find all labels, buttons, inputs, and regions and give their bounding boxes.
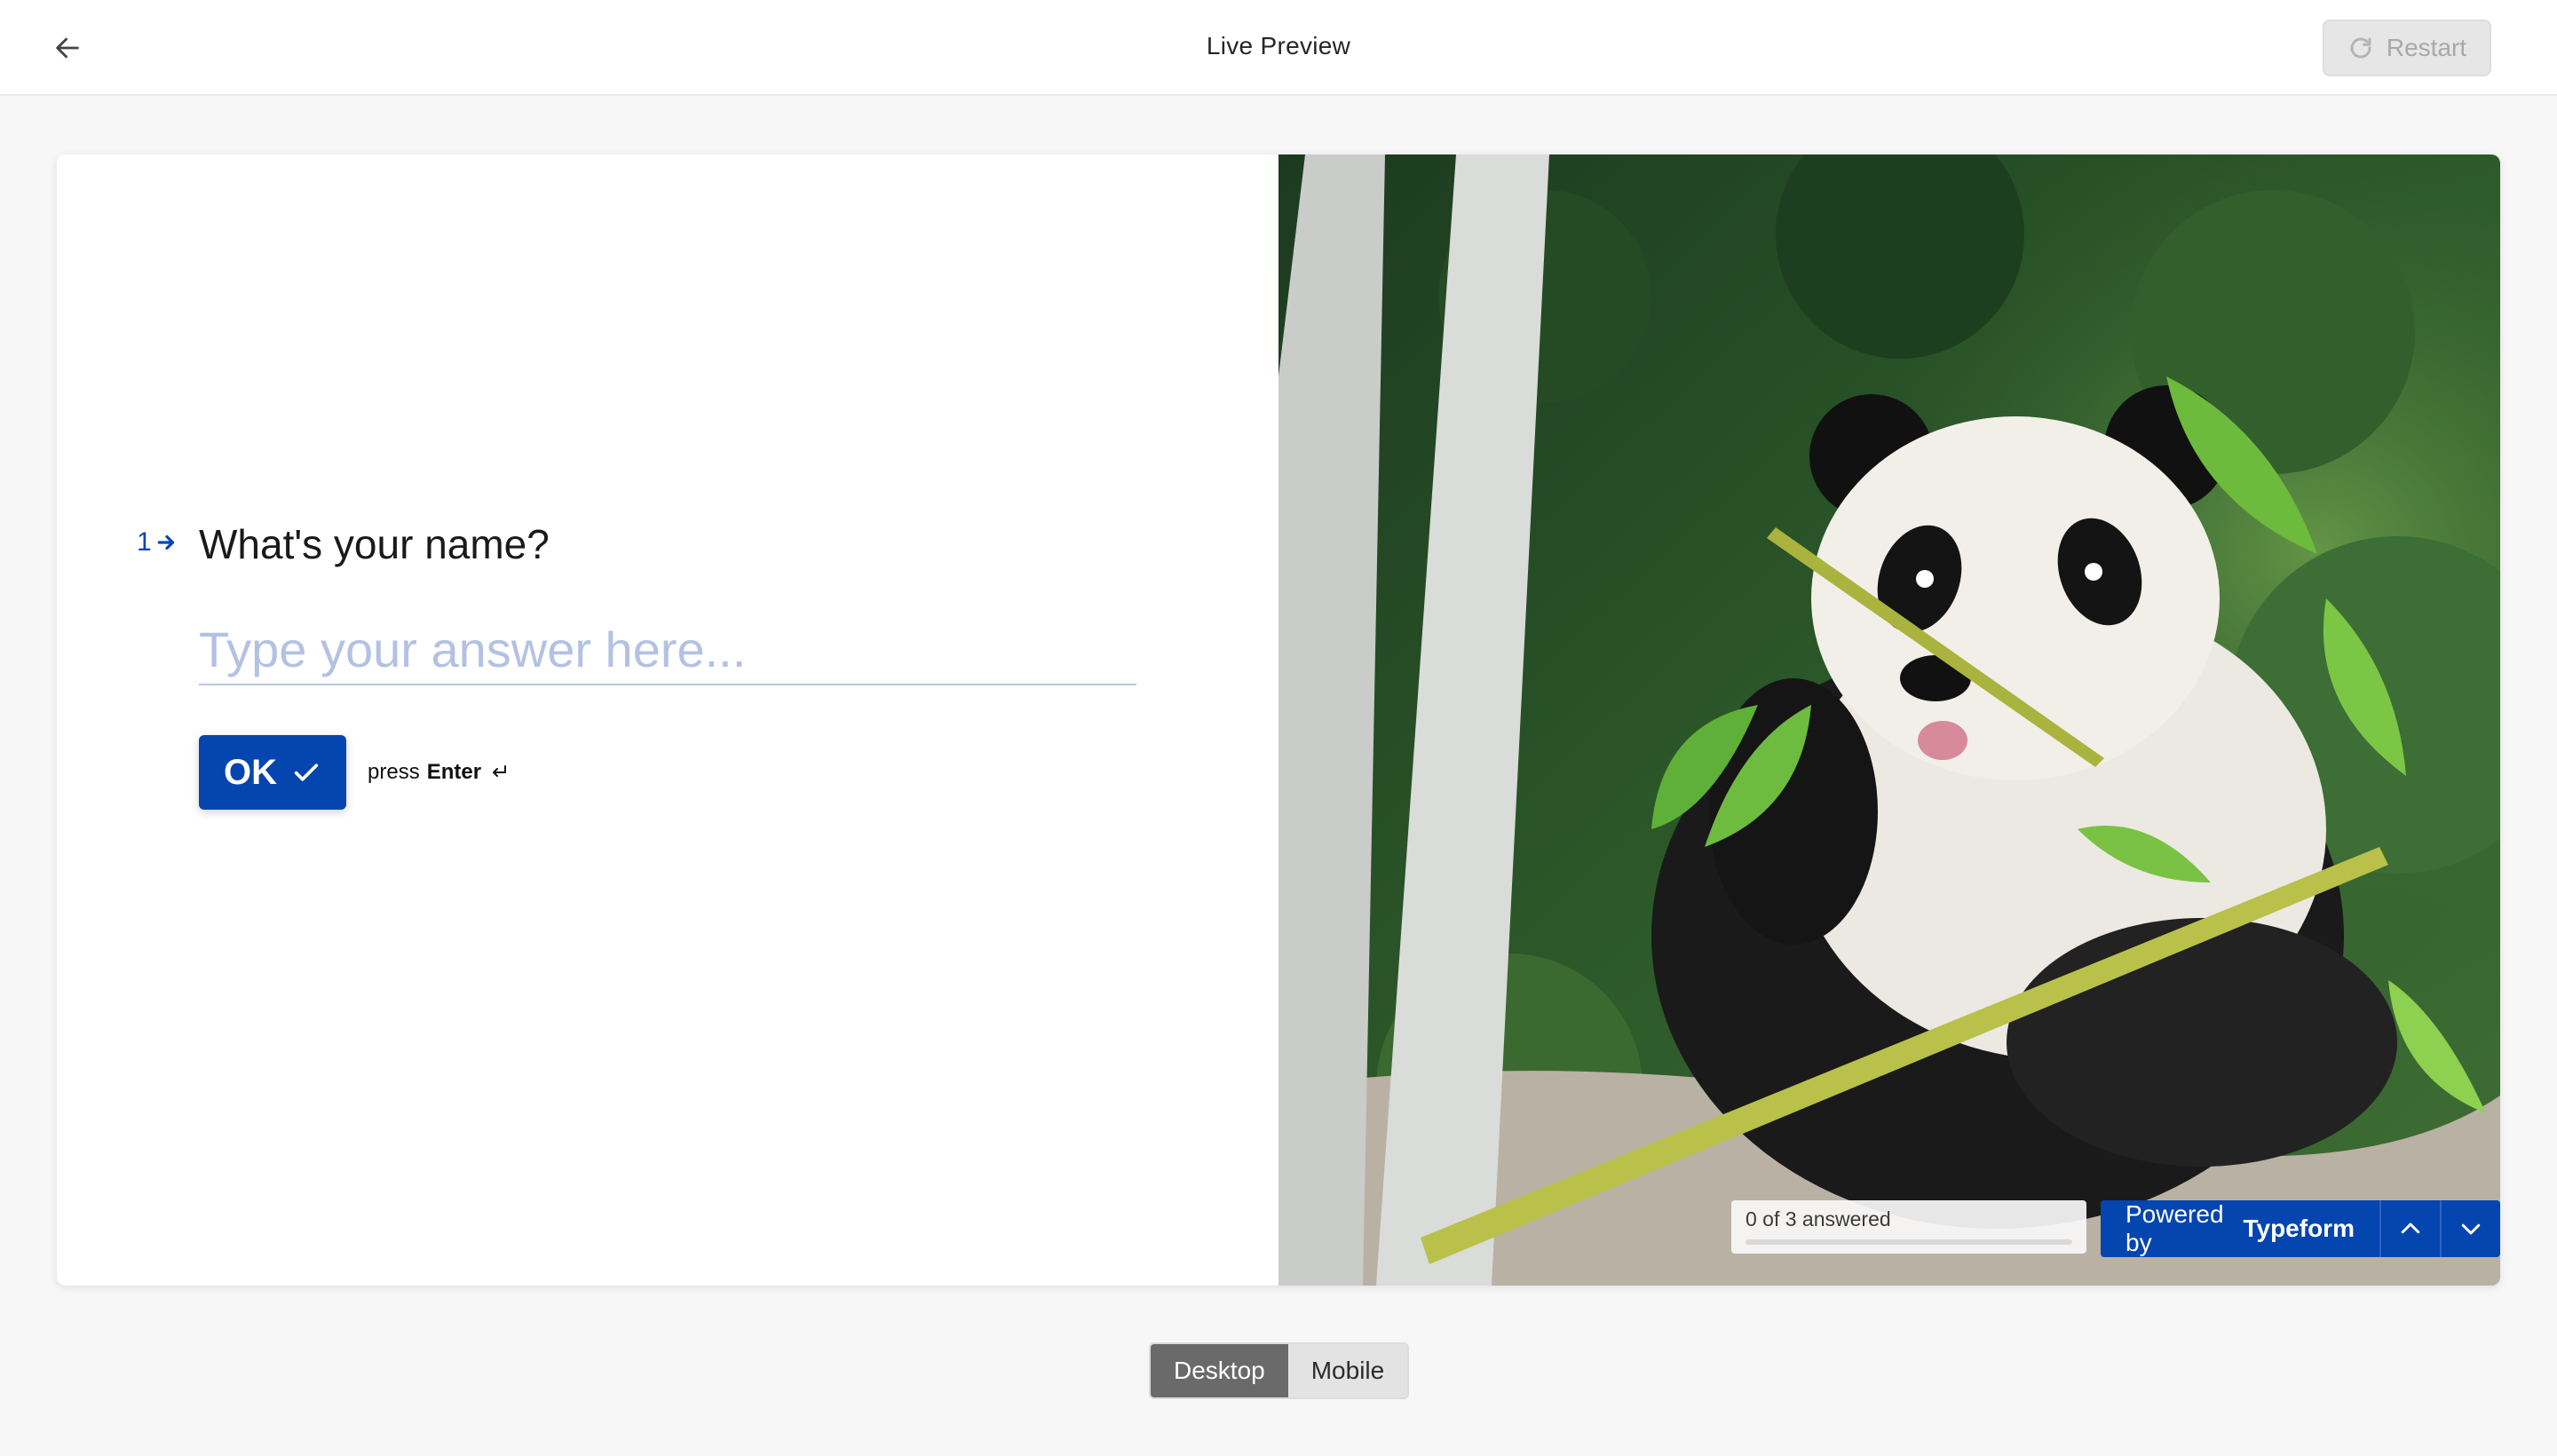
- enter-label: Enter: [426, 760, 482, 784]
- powered-by-typeform-link[interactable]: Powered by Typeform: [2101, 1200, 2379, 1257]
- panda-photo: [1278, 154, 2500, 1286]
- answer-input[interactable]: [199, 623, 1136, 685]
- powered-brand: Typeform: [2243, 1215, 2355, 1242]
- enter-return-icon: [493, 765, 507, 777]
- chevron-down-icon: [2461, 1223, 2481, 1235]
- restart-label: Restart: [2386, 34, 2467, 61]
- top-bar: Live Preview Restart: [0, 0, 2557, 96]
- page-title: Live Preview: [1206, 32, 1351, 59]
- view-toggle: Desktop Mobile: [1149, 1342, 1410, 1399]
- press-enter-hint: press Enter: [368, 760, 510, 785]
- preview-card: 1 What's your name? OK press Enter: [57, 154, 2500, 1286]
- progress-text: 0 of 3 answered: [1746, 1207, 1891, 1230]
- mobile-view-button[interactable]: Mobile: [1287, 1344, 1408, 1397]
- previous-question-button[interactable]: [2379, 1200, 2440, 1257]
- panda-image: 0 of 3 answered Powered by Typeform: [1278, 154, 2500, 1286]
- question-title: What's your name?: [199, 521, 550, 567]
- question-number-label: 1: [137, 527, 152, 557]
- form-navigation: Powered by Typeform: [2101, 1200, 2500, 1257]
- press-label: press: [368, 760, 420, 784]
- form-pane: 1 What's your name? OK press Enter: [57, 154, 1278, 1286]
- question-number: 1: [137, 527, 178, 558]
- desktop-view-button[interactable]: Desktop: [1151, 1344, 1288, 1397]
- restart-button[interactable]: Restart: [2323, 20, 2491, 76]
- checkmark-icon: [294, 764, 319, 781]
- refresh-icon: [2350, 37, 2371, 59]
- ok-button[interactable]: OK: [199, 735, 346, 810]
- progress-indicator: 0 of 3 answered: [1731, 1200, 2086, 1254]
- powered-prefix: Powered by: [2126, 1200, 2224, 1256]
- chevron-up-icon: [2401, 1223, 2420, 1234]
- ok-label: OK: [224, 752, 277, 792]
- next-question-button[interactable]: [2439, 1200, 2500, 1257]
- arrow-right-icon: [157, 534, 174, 550]
- progress-track: [1746, 1239, 2072, 1245]
